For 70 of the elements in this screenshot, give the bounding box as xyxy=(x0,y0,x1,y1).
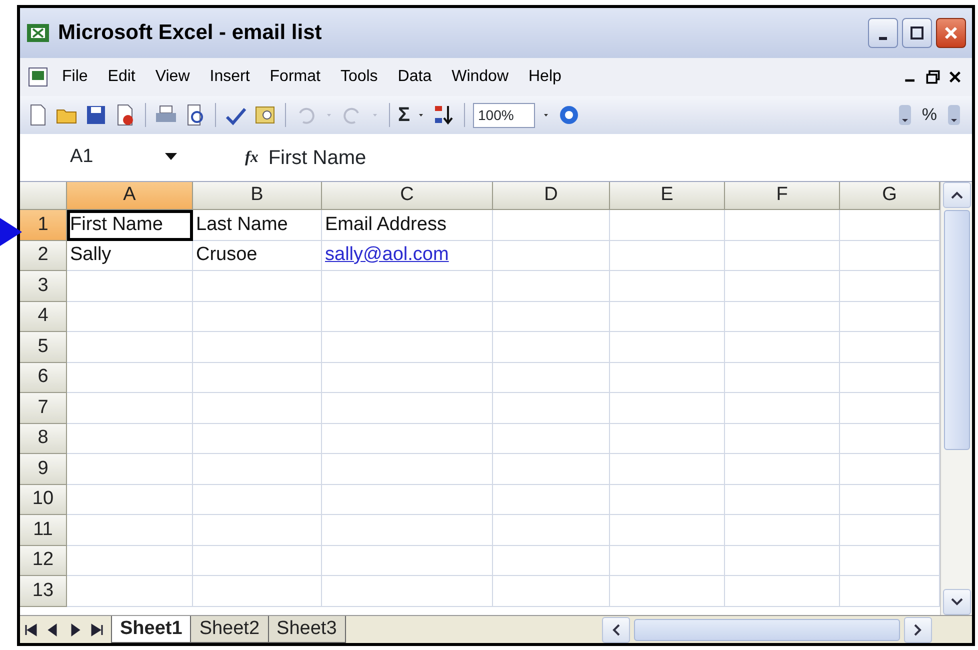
function-label[interactable]: fx xyxy=(245,146,258,170)
table-cell: Crusoe xyxy=(193,240,322,271)
last-icon xyxy=(90,622,104,636)
menu-item[interactable]: Window xyxy=(444,63,516,91)
row-header[interactable]: 9 xyxy=(20,454,67,484)
percent-style-button[interactable]: % xyxy=(922,102,937,128)
menu-item[interactable]: Tools xyxy=(332,63,386,91)
row-header[interactable]: 8 xyxy=(20,424,67,454)
column-header[interactable]: A xyxy=(67,182,193,210)
horizontal-scroll-thumb[interactable] xyxy=(634,618,900,640)
pointer-arrow-icon xyxy=(0,218,22,246)
menu-item[interactable]: Data xyxy=(390,63,440,91)
menu-item[interactable]: Format xyxy=(262,63,328,91)
zoom-field[interactable]: 100% xyxy=(473,102,535,128)
name-box[interactable]: A1 xyxy=(20,143,185,172)
email-link[interactable]: sally@aol.com xyxy=(322,240,493,271)
scroll-up-button[interactable] xyxy=(942,182,970,208)
row-header[interactable]: 12 xyxy=(20,546,67,576)
menu-item[interactable]: Help xyxy=(520,63,570,91)
column-header[interactable]: D xyxy=(493,182,610,210)
column-header[interactable]: F xyxy=(725,182,840,210)
dropdown-arrow-icon xyxy=(165,153,177,162)
chevron-right-icon xyxy=(914,624,922,636)
column-header[interactable]: C xyxy=(322,182,493,210)
row-header[interactable]: 1 xyxy=(20,210,67,240)
column-header[interactable]: G xyxy=(840,182,940,210)
row-header[interactable]: 6 xyxy=(20,362,67,393)
close-icon xyxy=(944,26,958,40)
row-header[interactable]: 7 xyxy=(20,393,67,424)
sheet-tab[interactable]: Sheet2 xyxy=(190,616,269,643)
table-cell: First Name xyxy=(67,210,193,240)
scroll-left-button[interactable] xyxy=(602,616,630,642)
autosum-button[interactable]: Σ xyxy=(398,100,410,130)
chevron-left-icon xyxy=(612,624,620,636)
menu-item[interactable]: Insert xyxy=(202,63,258,91)
column-header[interactable]: B xyxy=(193,182,322,210)
menu-item[interactable]: View xyxy=(147,63,198,91)
maximize-icon xyxy=(910,26,924,40)
window-title: Microsoft Excel - email list xyxy=(58,20,322,46)
table-cell: Sally xyxy=(67,240,193,271)
row-header[interactable]: 3 xyxy=(20,271,67,302)
previous-icon xyxy=(46,622,60,636)
row-header[interactable]: 10 xyxy=(20,484,67,515)
menu-item[interactable]: File xyxy=(54,63,96,91)
workbook-icon xyxy=(26,65,50,89)
row-header[interactable]: 2 xyxy=(20,240,67,271)
maximize-button[interactable] xyxy=(902,18,932,48)
sheet-tab[interactable]: Sheet1 xyxy=(111,616,192,643)
select-all-corner[interactable] xyxy=(20,182,67,210)
scroll-down-button[interactable] xyxy=(942,589,970,615)
scroll-thumb[interactable] xyxy=(944,210,970,450)
table-cell: Email Address xyxy=(322,210,493,240)
chevron-up-icon xyxy=(950,191,962,199)
minimize-button[interactable] xyxy=(868,18,898,48)
sheet-tab[interactable]: Sheet3 xyxy=(268,616,346,643)
excel-logo-icon xyxy=(26,21,50,45)
row-header[interactable]: 4 xyxy=(20,302,67,332)
vertical-scrollbar[interactable] xyxy=(940,182,972,615)
first-icon xyxy=(24,622,38,636)
row-header[interactable]: 5 xyxy=(20,332,67,362)
minimize-icon xyxy=(879,36,887,40)
table-cell: Last Name xyxy=(193,210,322,240)
scroll-right-button[interactable] xyxy=(904,616,932,642)
row-header[interactable]: 13 xyxy=(20,576,67,606)
chevron-down-icon xyxy=(950,598,962,606)
row-header[interactable]: 11 xyxy=(20,515,67,546)
formula-field[interactable]: First Name xyxy=(268,142,366,172)
close-button[interactable] xyxy=(936,18,966,48)
menu-item[interactable]: Edit xyxy=(100,63,144,91)
column-header[interactable]: E xyxy=(610,182,725,210)
